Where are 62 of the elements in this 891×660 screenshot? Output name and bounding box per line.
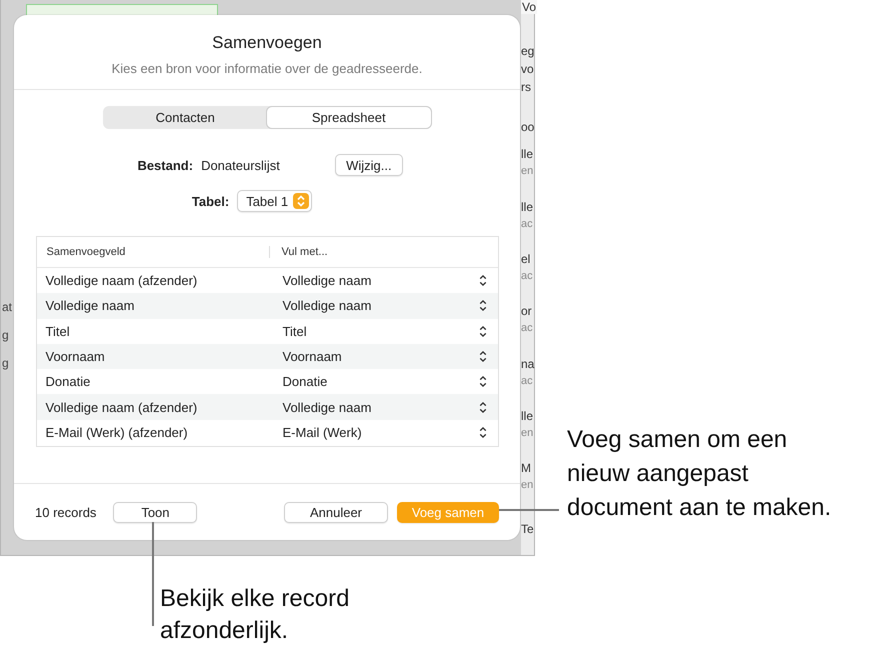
text-fragment: oo: [521, 119, 534, 136]
text-fragment: ac: [521, 216, 533, 232]
fill-popup[interactable]: Donatie: [282, 374, 498, 390]
fill-popup[interactable]: Voornaam: [282, 349, 498, 364]
text-fragment: ac: [521, 374, 533, 389]
text-fragment: lle: [521, 146, 534, 164]
callout-text: Bekijk elke record afzonderlijk.: [160, 584, 350, 646]
callout-text: Voeg samen om een nieuw aangepast document aan te maken.: [567, 425, 832, 523]
text-fragment: el: [521, 250, 530, 268]
text-fragment: ac: [521, 321, 533, 336]
table-cell-text: Titel: [44, 324, 71, 339]
fill-popup[interactable]: Volledige naam: [282, 298, 498, 314]
text-fragment: lle: [521, 198, 534, 216]
up-down-icon: [478, 274, 488, 288]
stepper-icon: [293, 193, 310, 209]
text-fragment: lle: [521, 408, 534, 426]
table-cell-text: Volledige naam (afzender): [44, 273, 198, 288]
table-cell-text: Volledige naam (afzender): [44, 400, 198, 415]
up-down-icon: [478, 299, 488, 312]
text-fragment: eg: [521, 43, 534, 60]
fill-popup[interactable]: Volledige naam: [282, 273, 498, 288]
leader-line: [499, 509, 559, 511]
cancel-button[interactable]: Annuleer: [284, 502, 388, 522]
show-button[interactable]: Toon: [113, 502, 198, 522]
table-cell-text: Voornaam: [44, 349, 106, 364]
table-popup[interactable]: Tabel 1: [237, 190, 312, 212]
source-tab[interactable]: Spreadsheet: [267, 107, 430, 128]
text-fragment: g: [2, 327, 10, 344]
dialog-title: Samenvoegen: [212, 33, 322, 53]
column-header: Samenvoegveld: [36, 246, 270, 258]
up-down-icon: [478, 350, 488, 364]
fill-popup[interactable]: Titel: [282, 324, 498, 339]
table-label: Tabel:: [192, 194, 230, 208]
text-fragment: Te: [521, 520, 534, 538]
text-fragment: M: [521, 460, 531, 478]
change-button[interactable]: Wijzig...: [335, 154, 403, 176]
column-header: Vul met...: [280, 246, 328, 258]
dialog-subtitle: Kies een bron voor informatie over de geadresseerde.: [112, 61, 422, 76]
text-fragment: ac: [521, 268, 533, 284]
up-down-icon: [478, 400, 488, 414]
text-fragment: en: [521, 164, 534, 180]
text-fragment: or: [521, 303, 532, 320]
up-down-icon: [478, 324, 488, 338]
text-fragment: vo: [521, 61, 534, 78]
panel-button[interactable]: Vo: [521, 0, 538, 14]
fill-popup[interactable]: E-Mail (Werk): [282, 424, 498, 440]
up-down-icon: [478, 375, 488, 388]
record-count: 10 records: [35, 504, 96, 520]
up-down-icon: [478, 426, 488, 439]
table-cell-text: Donatie: [44, 374, 92, 390]
table-cell-text: E-Mail (Werk) (afzender): [44, 424, 189, 440]
text-fragment: at: [2, 299, 12, 316]
file-label: Bestand:: [137, 158, 194, 172]
text-fragment: en: [521, 426, 534, 442]
text-fragment: g: [2, 355, 10, 372]
table-cell-text: Volledige naam: [44, 298, 136, 314]
text-fragment: en: [521, 478, 534, 494]
text-fragment: na: [521, 356, 534, 373]
fill-popup[interactable]: Volledige naam: [282, 400, 498, 415]
text-fragment: rs: [521, 79, 531, 96]
file-name: Donateurslijst: [201, 158, 281, 172]
source-tab[interactable]: Contacten: [104, 107, 267, 128]
